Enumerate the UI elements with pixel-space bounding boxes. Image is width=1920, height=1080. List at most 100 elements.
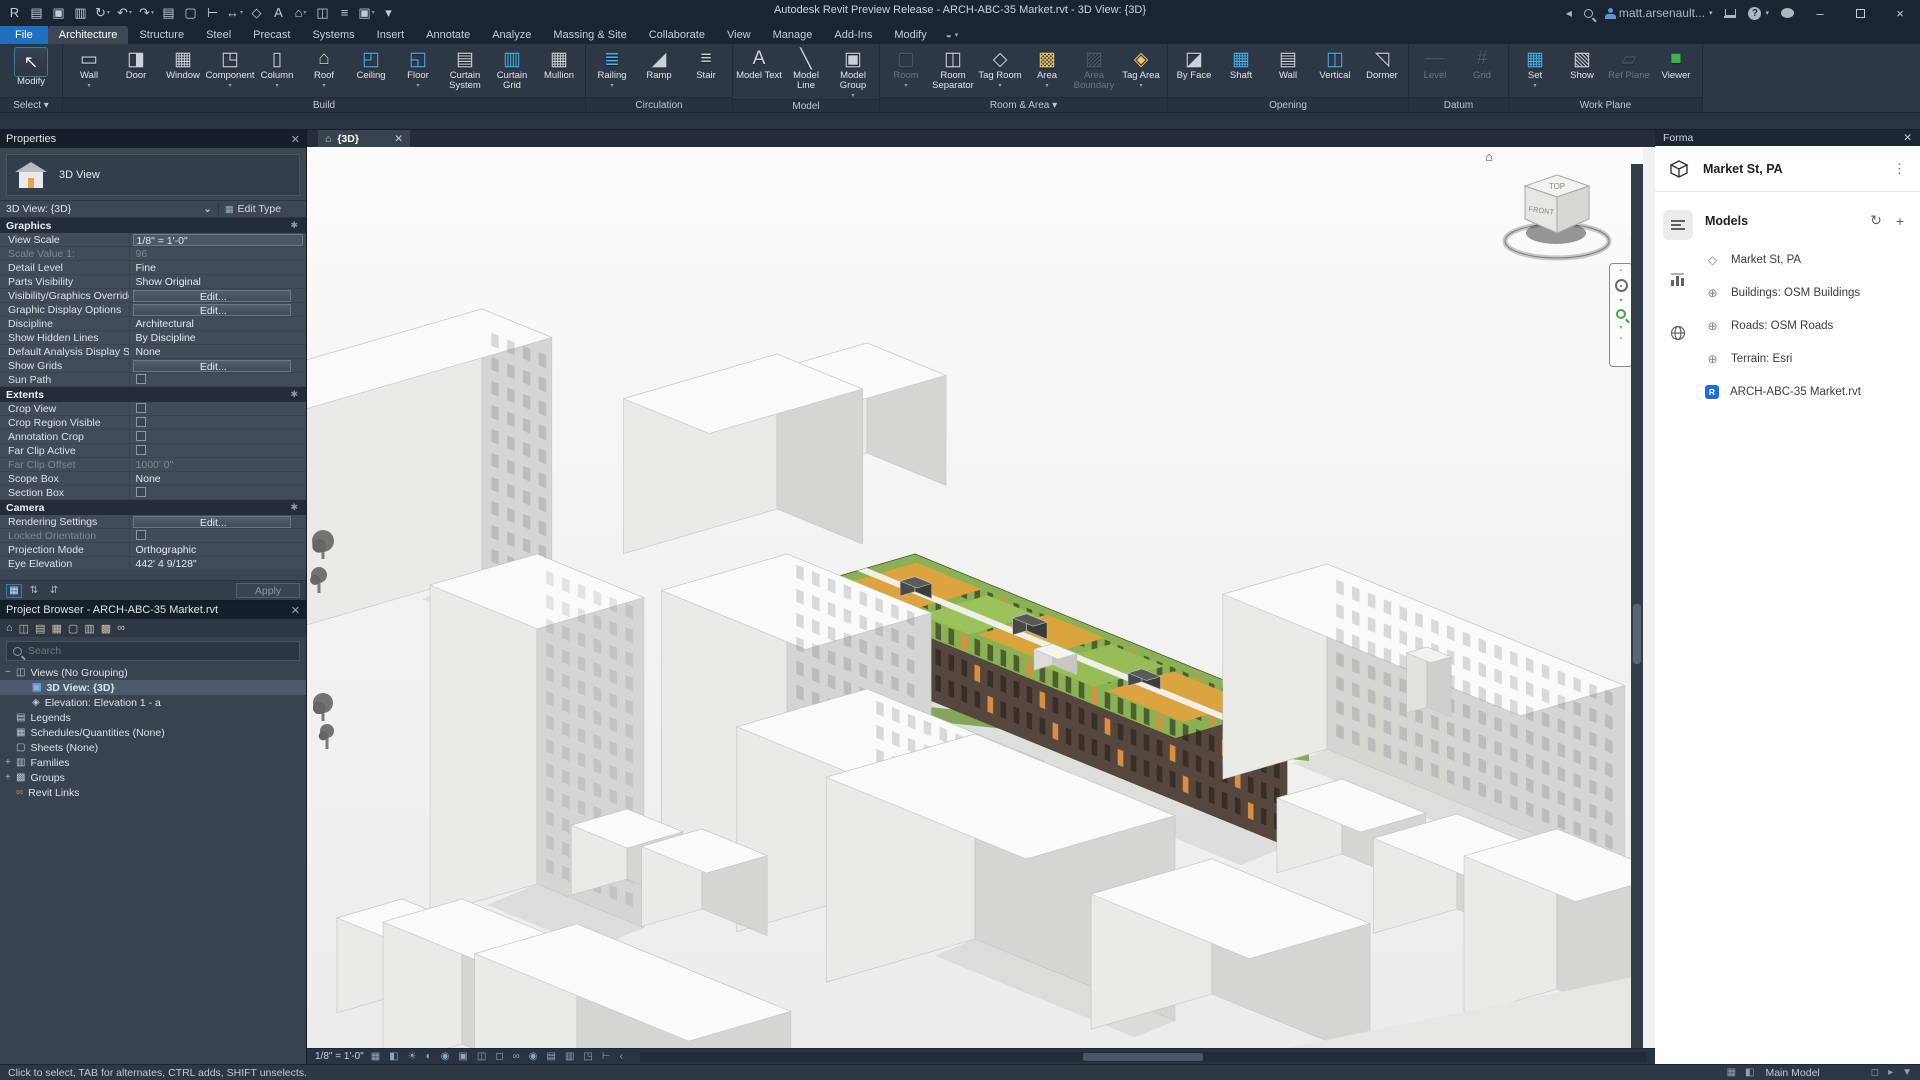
browser-toolbar-icon[interactable]: ▢ (68, 622, 78, 635)
ribbon-button[interactable]: ◢ Ramp (636, 45, 682, 97)
collapse-pin-icon[interactable]: ✱ (290, 502, 298, 513)
zoom-tool-icon[interactable] (1616, 309, 1626, 319)
navigation-bar[interactable]: ▪ ▾ ▾ ▪ (1609, 263, 1633, 367)
model-item[interactable]: ⊕ Buildings: OSM Buildings (1705, 286, 1904, 300)
qat-icon[interactable]: ◫ (312, 2, 333, 23)
view-control-icon[interactable]: ‹ (620, 1051, 623, 1062)
qat-icon[interactable]: A (268, 2, 289, 23)
ribbon-tab[interactable]: Systems (301, 26, 365, 44)
section-header-graphics[interactable]: Graphics (6, 220, 52, 232)
property-row[interactable]: Annotation Crop (0, 430, 306, 444)
modify-options-icon[interactable]: ◒ ▾ (938, 26, 967, 44)
qat-icon[interactable]: ▤ (158, 2, 179, 23)
property-row[interactable]: Eye Elevation 442' 4 9/128" (0, 557, 306, 571)
add-model-icon[interactable]: + (1896, 213, 1904, 229)
property-row[interactable]: Far Clip Active (0, 444, 306, 458)
account-menu[interactable]: matt.arsenault...▾ (1605, 6, 1713, 20)
browser-toolbar-icon[interactable]: ▥ (84, 622, 94, 635)
qat-icon[interactable]: ◇ (246, 2, 267, 23)
expand-icon[interactable]: + (5, 772, 13, 783)
model-item[interactable]: ⊕ Terrain: Esri (1705, 352, 1904, 366)
ribbon-button[interactable]: ■ Viewer (1653, 45, 1699, 97)
ribbon-button[interactable]: ▯ Column (254, 45, 300, 97)
property-row[interactable]: Show Grids Edit... (0, 359, 306, 373)
ribbon-tab[interactable]: View (716, 26, 762, 44)
ribbon-button[interactable]: ▦ Window (160, 45, 206, 97)
help-icon[interactable]: ?▾ (1748, 7, 1769, 20)
view-control-icon[interactable]: ◻ (495, 1051, 503, 1062)
view-tab-3d[interactable]: ⌂ {3D} ✕ (318, 130, 410, 147)
ribbon-button[interactable]: ▧ Show (1559, 45, 1605, 97)
view-control-icon[interactable]: ◧ (389, 1051, 398, 1062)
qat-icon[interactable]: ↻ (92, 2, 113, 23)
view-control-icon[interactable]: ◉ (529, 1051, 538, 1062)
rail-globe-tab[interactable] (1663, 318, 1693, 348)
ribbon-button[interactable]: ▥ Curtain Grid (489, 45, 535, 97)
ribbon-button[interactable]: ≡ Stair (683, 45, 729, 97)
steering-wheel-icon[interactable] (1615, 279, 1628, 292)
ribbon-tab[interactable]: Modify (883, 26, 937, 44)
type-selector[interactable]: 3D View (6, 154, 300, 196)
qat-icon[interactable]: ⊢ (202, 2, 223, 23)
property-value[interactable]: Fine (133, 262, 303, 274)
qat-icon[interactable]: ▣ (48, 2, 69, 23)
tree-item[interactable]: ▦ Schedules/Quantities (None) (0, 725, 306, 740)
vertical-scrollbar[interactable] (1631, 164, 1643, 1048)
property-row[interactable]: Discipline Architectural (0, 317, 306, 331)
property-row[interactable]: Far Clip Offset 1000' 0" (0, 458, 306, 472)
property-row[interactable]: Crop View (0, 402, 306, 416)
ribbon-button[interactable]: ◈ Tag Area (1118, 45, 1164, 97)
collapse-pin-icon[interactable]: ✱ (290, 389, 298, 400)
property-value[interactable]: Architectural (133, 318, 303, 330)
viewcube-home-icon[interactable]: ⌂ (1485, 149, 1493, 164)
view-tab-close-icon[interactable]: ✕ (394, 133, 403, 145)
browser-toolbar-icon[interactable]: ∞ (117, 622, 125, 634)
scroll-thumb[interactable] (1083, 1053, 1203, 1061)
3d-scene[interactable] (307, 147, 1643, 1048)
qat-icon[interactable]: ▾ (378, 2, 399, 23)
tree-item[interactable]: + ▥ Families (0, 755, 306, 770)
modify-button[interactable]: ↖ Modify (3, 45, 59, 97)
status-icon[interactable]: ◻ (1871, 1067, 1879, 1078)
qat-icon[interactable]: ↔ (224, 2, 245, 23)
qat-icon[interactable]: ↷ (136, 2, 157, 23)
property-value[interactable]: Show Original (133, 276, 303, 288)
tree-item[interactable]: ▢ Sheets (None) (0, 740, 306, 755)
status-icon[interactable]: ▦ (1727, 1067, 1736, 1078)
ribbon-tab[interactable]: Annotate (415, 26, 481, 44)
view-control-icon[interactable]: ⊢ (602, 1051, 611, 1062)
restore-button[interactable] (1846, 6, 1874, 21)
browser-toolbar-icon[interactable]: ▩ (101, 622, 111, 635)
ribbon-button[interactable]: ≣ Railing (589, 45, 635, 97)
nav-caret-icon[interactable]: ▾ (1619, 324, 1622, 331)
tree-item[interactable]: ◈ Elevation: Elevation 1 - a (0, 695, 306, 710)
ribbon-button[interactable]: — Level (1412, 45, 1458, 97)
expand-icon[interactable]: + (5, 757, 13, 768)
close-button[interactable]: × (1886, 6, 1914, 21)
browser-toolbar-icon[interactable]: ▦ (51, 622, 61, 635)
panel-label-room-area[interactable]: Room & Area ▾ (880, 97, 1167, 112)
ribbon-button[interactable]: ◳ Component (207, 45, 253, 97)
3d-canvas[interactable]: ⌂ TOP FRONT ▾ ▪ ▾ ▾ ▪ (307, 147, 1643, 1048)
ribbon-tab[interactable]: Add-Ins (823, 26, 883, 44)
property-value[interactable]: 442' 4 9/128" (133, 558, 303, 570)
edit-type-button[interactable]: ▦ Edit Type (218, 203, 306, 215)
property-value[interactable]: By Discipline (133, 332, 303, 344)
scroll-thumb[interactable] (1633, 604, 1641, 664)
property-row[interactable]: Scale Value 1: 96 (0, 247, 306, 261)
status-icon[interactable]: ▼ (1902, 1067, 1912, 1078)
ribbon-tab[interactable]: Structure (128, 26, 195, 44)
qat-icon[interactable]: ↶ (114, 2, 135, 23)
sort-grouped-icon[interactable]: ⇵ (46, 584, 62, 598)
property-value[interactable] (133, 530, 146, 542)
rail-analysis-tab[interactable] (1663, 264, 1693, 294)
property-value[interactable] (133, 445, 146, 457)
nav-caret-icon[interactable]: ▾ (1619, 297, 1622, 304)
ribbon-button[interactable]: ▤ Wall (1265, 45, 1311, 97)
forma-close-icon[interactable]: ✕ (1903, 132, 1912, 144)
property-value[interactable]: None (133, 346, 303, 358)
ribbon-tab[interactable]: Manage (762, 26, 824, 44)
ribbon-tab[interactable]: Architecture (48, 26, 129, 44)
collapse-pin-icon[interactable]: ✱ (290, 220, 298, 231)
property-value[interactable] (133, 403, 146, 415)
